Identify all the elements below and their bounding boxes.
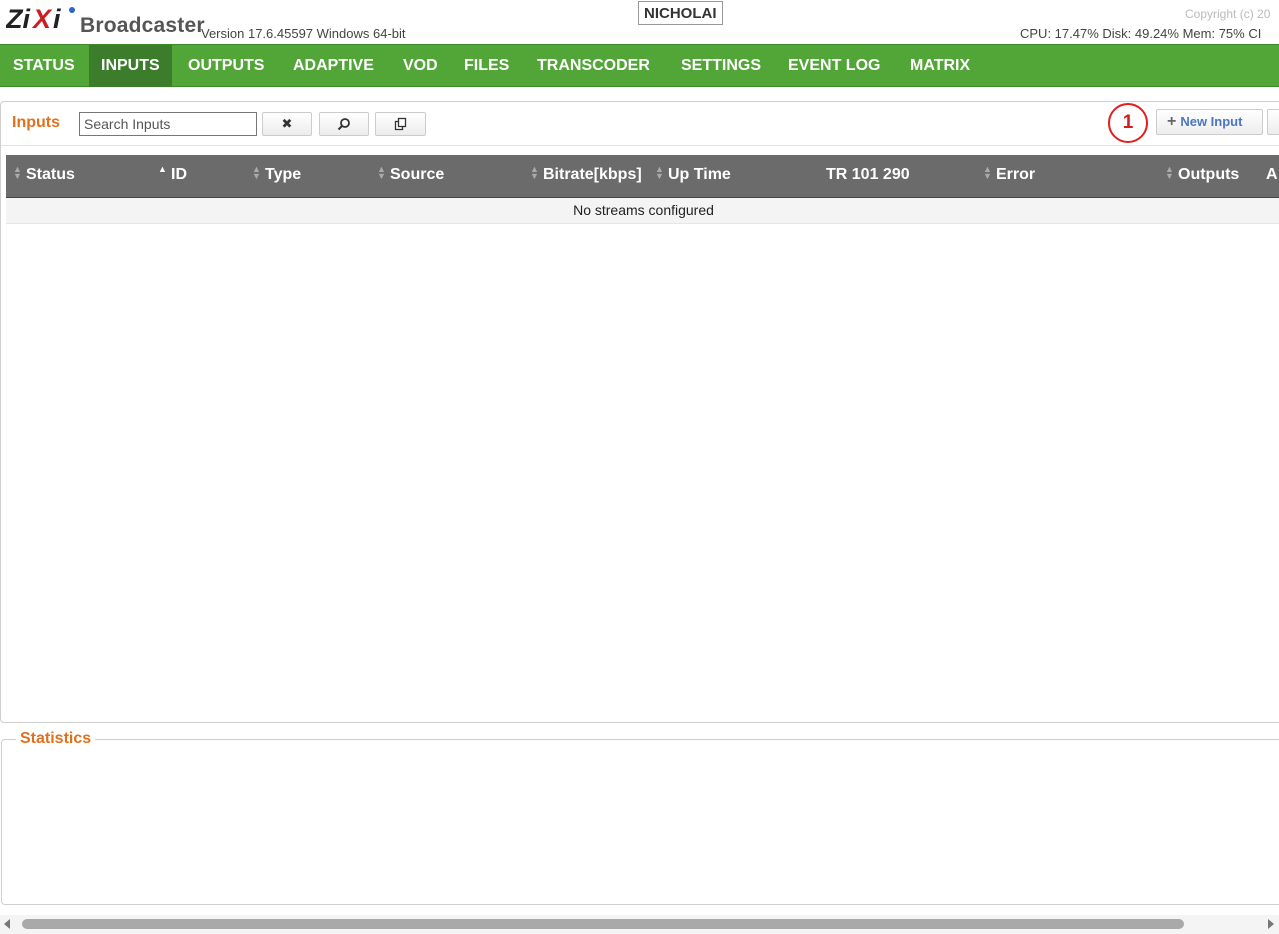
nav-inputs[interactable]: INPUTS xyxy=(89,45,172,87)
nav-event-log[interactable]: EVENT LOG xyxy=(776,45,892,87)
column-error[interactable]: ▲ ▼ Error xyxy=(983,155,1035,197)
sort-icon: ▲ ▼ xyxy=(13,163,22,181)
brand-name: Broadcaster xyxy=(80,14,205,37)
copyright-text: Copyright (c) 20 xyxy=(1185,7,1271,21)
version-text: Version 17.6.45597 Windows 64-bit xyxy=(201,26,406,41)
column-outputs[interactable]: ▲ ▼ Outputs xyxy=(1165,155,1239,197)
hostname-badge: NICHOLAI xyxy=(638,1,723,25)
column-more[interactable]: A xyxy=(1266,155,1278,197)
column-bitrate[interactable]: ▲ ▼ Bitrate[kbps] xyxy=(530,155,642,197)
copy-icon xyxy=(394,117,406,131)
main-nav: STATUS INPUTS OUTPUTS ADAPTIVE VOD FILES… xyxy=(0,44,1279,87)
column-tr101290[interactable]: TR 101 290 xyxy=(826,155,910,197)
statistics-panel: Statistics xyxy=(1,730,1279,905)
scroll-right-icon[interactable] xyxy=(1268,919,1274,929)
column-source[interactable]: ▲ ▼ Source xyxy=(377,155,444,197)
horizontal-scrollbar[interactable] xyxy=(0,915,1279,934)
search-input[interactable] xyxy=(79,112,257,136)
nav-matrix[interactable]: MATRIX xyxy=(898,45,982,87)
search-button[interactable] xyxy=(319,112,369,136)
column-status[interactable]: ▲ ▼ Status xyxy=(13,155,75,197)
svg-text:i: i xyxy=(53,4,61,34)
toolbar-extra-button[interactable] xyxy=(1267,109,1279,135)
nav-outputs[interactable]: OUTPUTS xyxy=(176,45,276,87)
clear-search-button[interactable]: ✖ xyxy=(262,112,312,136)
close-icon: ✖ xyxy=(281,116,293,131)
sort-icon: ▲ ▼ xyxy=(377,163,386,181)
statistics-title: Statistics xyxy=(16,730,96,748)
sort-icon: ▲ ▼ xyxy=(252,163,261,181)
sort-icon: ▲ ▼ xyxy=(655,163,664,181)
nav-vod[interactable]: VOD xyxy=(391,45,450,87)
nav-transcoder[interactable]: TRANSCODER xyxy=(525,45,662,87)
column-up-time[interactable]: ▲ ▼ Up Time xyxy=(655,155,731,197)
annotation-marker: 1 xyxy=(1108,103,1148,143)
sort-icon: ▲ ▼ xyxy=(530,163,539,181)
panel-title: Inputs xyxy=(12,114,60,131)
plus-icon: + xyxy=(1167,113,1177,130)
new-input-button[interactable]: + New Input xyxy=(1156,109,1263,135)
scrollbar-thumb[interactable] xyxy=(22,919,1184,929)
app-header: Zi X i Broadcaster Version 17.6.45597 Wi… xyxy=(0,0,1279,44)
nav-adaptive[interactable]: ADAPTIVE xyxy=(281,45,386,87)
empty-table-message: No streams configured xyxy=(6,198,1279,224)
zixi-logo[interactable]: Zi X i xyxy=(6,4,76,34)
column-type[interactable]: ▲ ▼ Type xyxy=(252,155,301,197)
sort-icon: ▲ ▼ xyxy=(983,163,992,181)
nav-files[interactable]: FILES xyxy=(452,45,521,87)
sort-icon: ▲ ▼ xyxy=(1165,163,1174,181)
svg-text:X: X xyxy=(31,4,53,34)
sort-ascending-icon: ▲ ▼ xyxy=(158,163,167,181)
nav-status[interactable]: STATUS xyxy=(1,45,87,87)
nav-settings[interactable]: SETTINGS xyxy=(669,45,773,87)
magnifier-icon xyxy=(337,118,350,131)
scroll-left-icon[interactable] xyxy=(4,919,10,929)
new-input-label: New Input xyxy=(1180,114,1243,129)
column-id[interactable]: ▲ ▼ ID xyxy=(158,155,187,197)
copy-button[interactable] xyxy=(375,112,426,136)
system-stats: CPU: 17.47% Disk: 49.24% Mem: 75% CI xyxy=(1020,26,1262,41)
inputs-toolbar: Inputs ✖ +New Input xyxy=(1,102,1279,146)
inputs-table-header: ▲ ▼ Status ▲ ▼ ID ▲ ▼ Type ▲ ▼ Source ▲ ▼ Bitrate[… xyxy=(6,155,1279,198)
svg-text:Zi: Zi xyxy=(6,4,30,34)
